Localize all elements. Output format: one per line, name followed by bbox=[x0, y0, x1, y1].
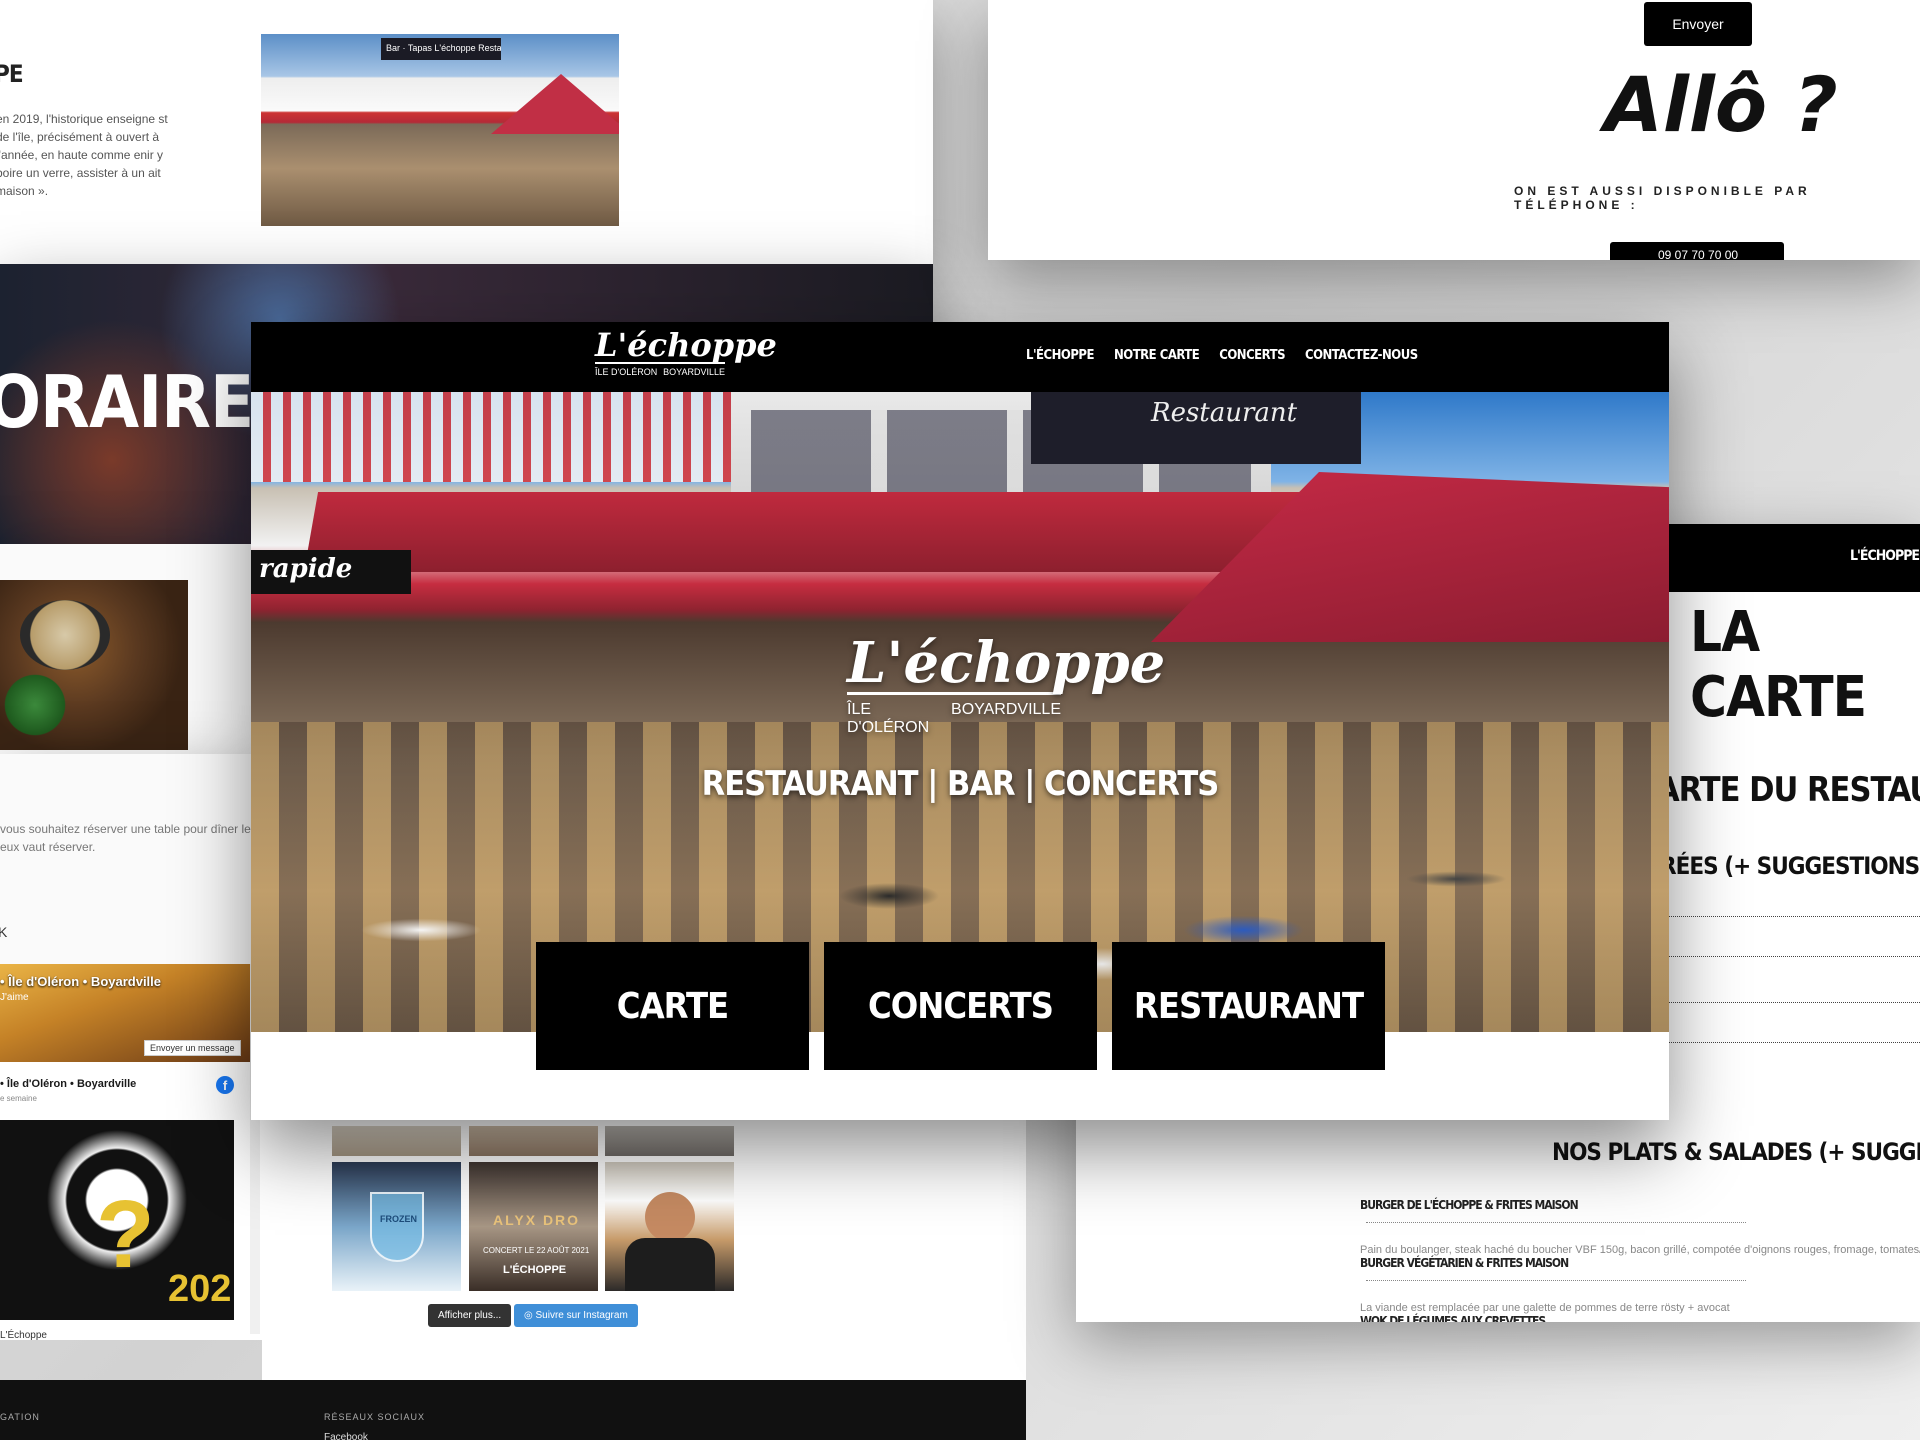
allo-heading: Allô ? bbox=[1604, 60, 1838, 149]
menu-entrees-heading: RÉES (+ SUGGESTIONS À L'ARI bbox=[1660, 852, 1920, 880]
nav-links: L'ÉCHOPPE NOTRE CARTE CONCERTS CONTACTEZ… bbox=[1026, 348, 1418, 363]
sign-restaurant-text: Restaurant bbox=[1151, 398, 1298, 428]
bread-bowl bbox=[20, 600, 110, 670]
hero-logo-subtitle: ÎLE D'OLÉRON BOYARDVILLE bbox=[847, 701, 1061, 737]
instagram-tile-concert[interactable]: ALYX DRO CONCERT LE 22 AOÛT 2021 L'ÉCHOP… bbox=[469, 1162, 598, 1291]
nav-link-concerts[interactable]: CONCERTS bbox=[1219, 348, 1285, 363]
menu-item: BURGER DE L'ÉCHOPPE & FRITES MAISON Pain… bbox=[1360, 1196, 1920, 1256]
nav-link-echoppe[interactable]: L'ÉCHOPPE bbox=[1026, 348, 1094, 363]
red-awning bbox=[303, 492, 1319, 572]
follow-instagram-label: Suivre sur Instagram bbox=[535, 1310, 628, 1321]
menu-divider bbox=[1660, 1042, 1920, 1043]
send-button[interactable]: Envoyer bbox=[1644, 2, 1752, 46]
menu-divider bbox=[1660, 1002, 1920, 1003]
tile-frozen-text: FROZEN bbox=[380, 1214, 417, 1224]
menu-item-name: BURGER VÉGÉTARIEN & FRITES MAISON bbox=[1360, 1256, 1569, 1270]
about-photo: Bar · Tapas L'échoppe Restaurant bbox=[261, 34, 619, 226]
logo-location: ÎLE D'OLÉRON bbox=[595, 367, 658, 377]
footer-social-heading: RÉSEAUX SOCIAUX bbox=[324, 1412, 426, 1422]
concerts-button[interactable]: CONCERTS bbox=[824, 942, 1097, 1070]
menu-nav-echoppe[interactable]: L'ÉCHOPPE bbox=[1850, 548, 1920, 564]
sign-rapide: rapide bbox=[251, 550, 411, 594]
reservation-heading-fragment: K bbox=[0, 924, 8, 940]
menu-item-name: WOK DE LÉGUMES AUX CREVETTES bbox=[1360, 1314, 1546, 1322]
instagram-tile-staff[interactable] bbox=[605, 1162, 734, 1291]
contact-section: Envoyer Allô ? ON EST AUSSI DISPONIBLE P… bbox=[988, 0, 1920, 260]
menu-item-leader bbox=[1366, 1222, 1746, 1224]
restaurant-button[interactable]: RESTAURANT bbox=[1112, 942, 1385, 1070]
menu-item: WOK DE LÉGUMES AUX CREVETTES bbox=[1360, 1312, 1920, 1322]
instagram-icon: ◎ bbox=[524, 1310, 536, 1321]
phone-button[interactable]: 09 07 70 70 00 bbox=[1610, 242, 1784, 260]
instagram-tile-top-2[interactable] bbox=[469, 1126, 598, 1156]
menu-divider bbox=[1660, 916, 1920, 917]
about-title: PE bbox=[0, 60, 24, 88]
phone-subtitle: ON EST AUSSI DISPONIBLE PAR TÉLÉPHONE : bbox=[1514, 184, 1811, 212]
instagram-tile-top-3[interactable] bbox=[605, 1126, 734, 1156]
cocktail-glass bbox=[370, 1192, 424, 1262]
menu-plats-heading: NOS PLATS & SALADES (+ SUGGESTIONS À bbox=[1552, 1138, 1920, 1166]
facebook-footer-name: L'Échoppe bbox=[0, 1330, 47, 1340]
facebook-post-author[interactable]: • Île d'Oléron • Boyardville bbox=[0, 1078, 136, 1090]
menu-title: LA CARTE bbox=[1690, 600, 1867, 730]
tile-concert-date: CONCERT LE 22 AOÛT 2021 bbox=[483, 1246, 590, 1255]
main-navbar: L'échoppe ÎLE D'OLÉRON BOYARDVILLE L'ÉCH… bbox=[251, 322, 1669, 392]
food-photo bbox=[0, 580, 188, 750]
facebook-cover[interactable]: • Île d'Oléron • Boyardville J'aime Envo… bbox=[0, 964, 250, 1062]
nav-logo-subtitle: ÎLE D'OLÉRON BOYARDVILLE bbox=[595, 367, 725, 377]
staff-head bbox=[645, 1192, 695, 1242]
menu-item: BURGER VÉGÉTARIEN & FRITES MAISON La via… bbox=[1360, 1254, 1920, 1314]
hero-logo-town: BOYARDVILLE bbox=[951, 701, 1061, 718]
hero-logo-location: ÎLE D'OLÉRON bbox=[847, 701, 930, 736]
salad-plate bbox=[0, 670, 70, 740]
reservation-text: vous souhaitez réserver une table pour d… bbox=[0, 822, 257, 854]
menu-restaurant-heading: ARTE DU RESTAURANT bbox=[1656, 770, 1920, 810]
tile-concert-title: ALYX DRO bbox=[493, 1212, 581, 1228]
nav-link-carte[interactable]: NOTRE CARTE bbox=[1114, 348, 1200, 363]
hero-logo-script: L'échoppe bbox=[847, 630, 1166, 696]
show-more-button[interactable]: Afficher plus... bbox=[428, 1304, 512, 1327]
phone-number: 09 07 70 70 00 bbox=[1658, 248, 1739, 260]
follow-instagram-button[interactable]: ◎ Suivre sur Instagram bbox=[514, 1304, 638, 1327]
site-footer: GATION RÉSEAUX SOCIAUX Facebook bbox=[0, 1380, 1026, 1440]
staff-shirt bbox=[625, 1238, 715, 1291]
about-photo-sign: Bar · Tapas L'échoppe Restaurant bbox=[381, 38, 501, 60]
footer-navigation-heading: GATION bbox=[0, 1412, 40, 1422]
logo-town: BOYARDVILLE bbox=[663, 367, 725, 377]
facebook-icon[interactable]: f bbox=[216, 1076, 234, 1094]
instagram-tile-top-1[interactable] bbox=[332, 1126, 461, 1156]
facebook-like[interactable]: J'aime bbox=[0, 992, 29, 1003]
tile-concert-brand: L'ÉCHOPPE bbox=[503, 1264, 567, 1276]
about-text: en 2019, l'historique enseigne st de l'î… bbox=[0, 112, 168, 198]
menu-divider bbox=[1660, 956, 1920, 957]
reservation-section: vous souhaitez réserver une table pour d… bbox=[0, 754, 260, 964]
instagram-feed: FROZEN ALYX DRO CONCERT LE 22 AOÛT 2021 … bbox=[262, 1080, 1026, 1380]
facebook-widget: • Île d'Oléron • Boyardville J'aime Envo… bbox=[0, 964, 262, 1340]
footer-facebook-link[interactable]: Facebook bbox=[324, 1432, 368, 1440]
post-question-mark: ? bbox=[96, 1181, 155, 1288]
facebook-send-message-button[interactable]: Envoyer un message bbox=[144, 1040, 241, 1056]
facebook-post-time: e semaine bbox=[0, 1094, 37, 1103]
carte-button[interactable]: CARTE bbox=[536, 942, 809, 1070]
menu-item-leader bbox=[1366, 1280, 1746, 1282]
nav-logo-script: L'échoppe bbox=[595, 326, 777, 364]
food-section bbox=[0, 544, 260, 754]
about-section: PE en 2019, l'historique enseigne st de … bbox=[0, 0, 933, 264]
post-year: 202 bbox=[168, 1268, 232, 1310]
menu-item-name: BURGER DE L'ÉCHOPPE & FRITES MAISON bbox=[1360, 1198, 1579, 1212]
facebook-post-image[interactable]: ? 202 bbox=[0, 1120, 234, 1320]
instagram-tile-frozen[interactable]: FROZEN bbox=[332, 1162, 461, 1291]
umbrella-shape bbox=[491, 74, 619, 134]
hero-logo: L'échoppe ÎLE D'OLÉRON BOYARDVILLE bbox=[847, 630, 1165, 737]
nav-link-contact[interactable]: CONTACTEZ-NOUS bbox=[1305, 348, 1418, 363]
hero-window: L'échoppe ÎLE D'OLÉRON BOYARDVILLE L'ÉCH… bbox=[251, 322, 1669, 1120]
balcony bbox=[251, 392, 731, 482]
facebook-page-name[interactable]: • Île d'Oléron • Boyardville bbox=[0, 974, 161, 989]
nav-logo[interactable]: L'échoppe ÎLE D'OLÉRON BOYARDVILLE bbox=[595, 326, 777, 377]
hero-tagline: RESTAURANT | BAR | CONCERTS bbox=[701, 764, 1220, 804]
